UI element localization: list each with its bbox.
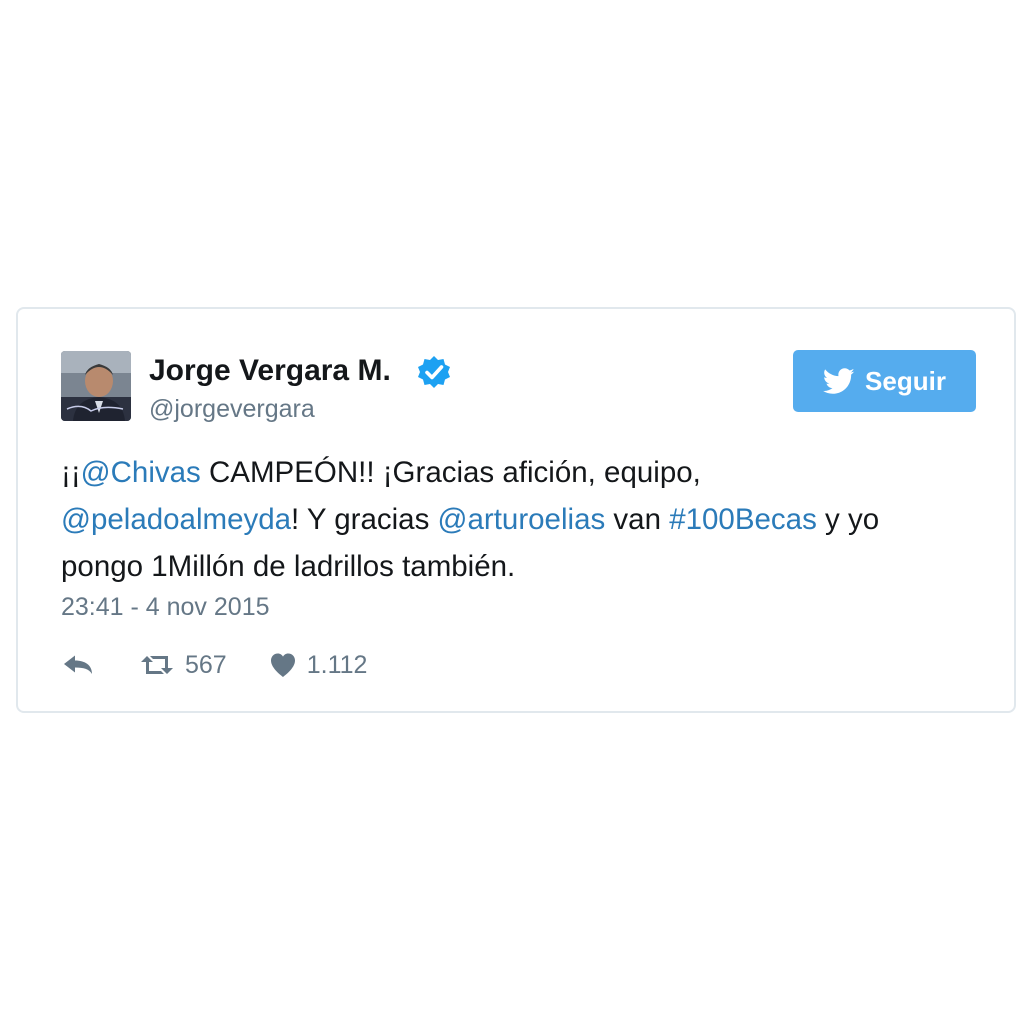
text-segment: pongo 1Millón de ladrillos también. <box>61 550 516 583</box>
mention-arturoelias-link[interactable]: @arturoelias <box>438 503 606 536</box>
tweet-line: ¡¡@Chivas CAMPEÓN!! ¡Gracias afición, eq… <box>61 449 991 496</box>
author-avatar[interactable] <box>61 351 131 421</box>
reply-icon <box>64 655 92 674</box>
author-name[interactable]: Jorge Vergara M. <box>149 352 391 390</box>
text-segment: van <box>605 503 670 536</box>
retweet-count: 567 <box>185 650 227 679</box>
follow-button[interactable]: Seguir <box>793 350 976 412</box>
tweet-line: pongo 1Millón de ladrillos también. <box>61 543 991 590</box>
follow-button-label: Seguir <box>865 365 946 396</box>
mention-chivas-link[interactable]: @Chivas <box>81 456 201 489</box>
hashtag-100becas-link[interactable]: #100Becas <box>669 503 817 536</box>
mention-peladoalmeyda-link[interactable]: @peladoalmeyda <box>61 503 291 536</box>
retweet-button[interactable]: 567 <box>139 651 227 680</box>
text-segment: ! Y gracias <box>291 503 438 536</box>
retweet-icon <box>141 656 173 674</box>
text-segment: ¡¡ <box>61 456 81 489</box>
tweet-line: @peladoalmeyda! Y gracias @arturoelias v… <box>61 496 991 543</box>
text-segment: y yo <box>816 503 880 536</box>
verified-badge-icon <box>418 356 450 388</box>
tweet-card: Jorge Vergara M. @jorgevergara Seguir ¡¡… <box>16 307 1016 713</box>
text-segment: CAMPEÓN!! ¡Gracias afición, equipo, <box>200 456 701 489</box>
tweet-text: ¡¡@Chivas CAMPEÓN!! ¡Gracias afición, eq… <box>61 449 991 590</box>
avatar-photo <box>61 351 131 421</box>
reply-button[interactable] <box>61 653 95 677</box>
author-handle[interactable]: @jorgevergara <box>149 392 315 426</box>
tweet-timestamp[interactable]: 23:41 - 4 nov 2015 <box>61 589 270 625</box>
like-button[interactable]: 1.112 <box>269 650 368 680</box>
like-count: 1.112 <box>306 650 368 679</box>
tweet-actions: 567 1.112 <box>61 645 367 685</box>
heart-icon <box>270 653 295 677</box>
twitter-bird-icon <box>823 367 855 394</box>
